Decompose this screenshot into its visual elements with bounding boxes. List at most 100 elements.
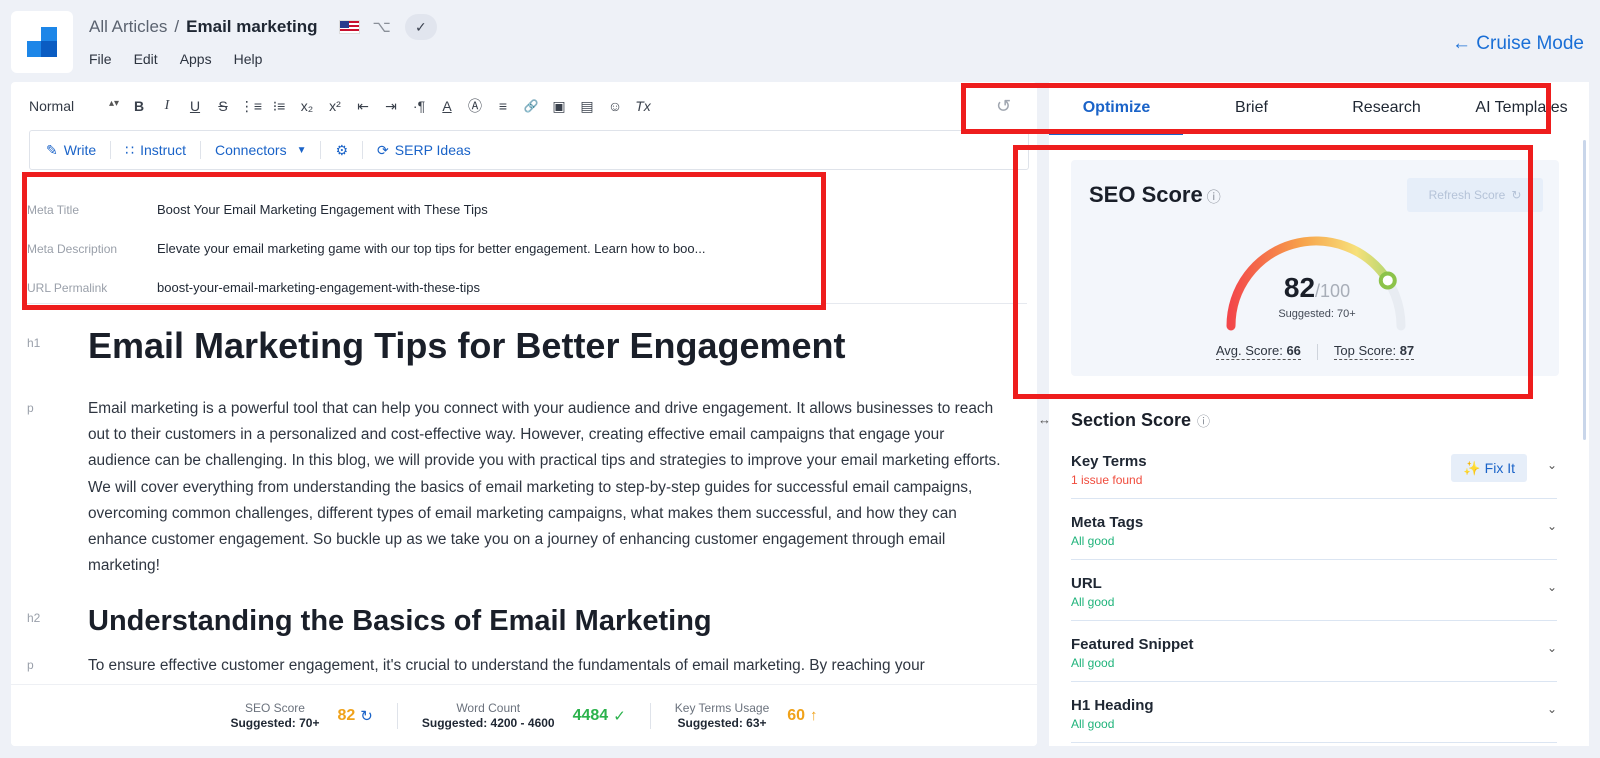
magic-wand-icon: ✨	[1463, 459, 1481, 476]
breadcrumb-separator: /	[174, 17, 180, 36]
refresh-icon[interactable]: ↻	[360, 707, 373, 725]
check-icon[interactable]: ✓	[404, 14, 437, 40]
italic-icon[interactable]: I	[153, 98, 181, 114]
us-flag-icon[interactable]	[339, 20, 361, 34]
section-item-key-terms[interactable]: Key Terms 1 issue found ✨ Fix It ⌄	[1071, 438, 1557, 499]
block-tag: h1	[27, 336, 41, 350]
info-icon[interactable]: ⓘ	[1197, 414, 1210, 429]
video-icon[interactable]: ▤	[573, 98, 601, 115]
connectors-dropdown[interactable]: Connectors ▼	[215, 142, 307, 158]
meta-description-row: Meta Description Elevate your email mark…	[27, 229, 705, 268]
bullet-list-icon[interactable]: ⁝≡	[265, 98, 293, 115]
paragraph-direction-icon[interactable]: ·¶	[405, 98, 433, 114]
superscript-icon[interactable]: x²	[321, 98, 349, 114]
settings-button[interactable]: ⚙	[335, 142, 348, 159]
chevron-down-icon[interactable]: ⌄	[1547, 519, 1557, 533]
ordered-list-icon[interactable]: ⋮≡	[237, 98, 265, 115]
h1-block[interactable]: h1 Email Marketing Tips for Better Engag…	[27, 322, 1007, 386]
subscript-icon[interactable]: x₂	[293, 98, 321, 114]
grid-icon: ∷	[125, 141, 135, 158]
stats-footer: SEO Score Suggested: 70+ 82 ↻ Word Count…	[11, 684, 1037, 746]
menu-help[interactable]: Help	[234, 51, 263, 67]
article-h1: Email Marketing Tips for Better Engageme…	[88, 325, 846, 366]
refresh-score-button[interactable]: Refresh Score ↻	[1407, 178, 1543, 212]
tab-ai-templates[interactable]: AI Templates	[1454, 99, 1589, 117]
editor-panel: Normal ▴▾ B I U S ⋮≡ ⁝≡ x₂ x² ⇤ ⇥ ·¶ A Ⓐ…	[11, 82, 1037, 746]
block-tag: p	[27, 658, 34, 673]
share-icon[interactable]: ⌥	[372, 17, 390, 37]
seo-score-value: 82/100	[1283, 272, 1351, 303]
h2-block[interactable]: h2 Understanding the Basics of Email Mar…	[27, 601, 1007, 641]
meta-description-label: Meta Description	[27, 241, 118, 256]
section-item-url[interactable]: URL All good ⌄	[1071, 560, 1557, 621]
write-button[interactable]: ✎ Write	[46, 142, 96, 159]
panel-tabs: Optimize Brief Research AI Templates	[1049, 82, 1589, 134]
image-icon[interactable]: ▣	[545, 98, 573, 115]
url-permalink-field[interactable]: boost-your-email-marketing-engagement-wi…	[157, 280, 480, 295]
document-body[interactable]: h1 Email Marketing Tips for Better Engag…	[27, 322, 1007, 680]
footer-key-terms: Key Terms Usage Suggested: 63+ 60 ↑	[674, 700, 818, 730]
underline-icon[interactable]: U	[181, 98, 209, 114]
menu-edit[interactable]: Edit	[134, 51, 158, 67]
section-item-featured-snippet[interactable]: Featured Snippet All good ⌄	[1071, 621, 1557, 682]
tab-brief[interactable]: Brief	[1184, 99, 1319, 117]
chevron-down-icon[interactable]: ⌄	[1547, 702, 1557, 716]
cruise-mode-button[interactable]: ← Cruise Mode	[1452, 33, 1584, 55]
footer-word-count-value: 4484	[572, 706, 609, 724]
chevron-down-icon[interactable]: ⌄	[1547, 580, 1557, 594]
fix-it-button[interactable]: ✨ Fix It	[1451, 454, 1527, 482]
outdent-icon[interactable]: ⇤	[349, 98, 377, 115]
format-toolbar: Normal ▴▾ B I U S ⋮≡ ⁝≡ x₂ x² ⇤ ⇥ ·¶ A Ⓐ…	[29, 96, 657, 116]
score-comparison: Avg. Score: 66 Top Score: 87	[1071, 343, 1559, 360]
seo-suggested: Suggested: 70+	[1278, 308, 1356, 320]
info-icon[interactable]: ⓘ	[1207, 189, 1221, 205]
app-logo[interactable]	[11, 11, 73, 73]
highlight-icon[interactable]: Ⓐ	[461, 96, 489, 116]
paragraph-style-select[interactable]: Normal ▴▾	[29, 98, 125, 114]
gear-icon: ⚙	[335, 141, 349, 158]
paragraph-block[interactable]: p To ensure effective customer engagemen…	[27, 653, 1007, 679]
paragraph-block[interactable]: p Email marketing is a powerful tool tha…	[27, 396, 1007, 579]
url-permalink-label: URL Permalink	[27, 280, 108, 295]
bold-icon[interactable]: B	[125, 98, 153, 114]
chevron-down-icon[interactable]: ⌄	[1547, 641, 1557, 655]
top-score[interactable]: Top Score: 87	[1333, 343, 1415, 360]
ai-assist-bar: ✎ Write ∷ Instruct Connectors ▼ ⚙ ⟳ SERP…	[29, 130, 1029, 170]
strikethrough-icon[interactable]: S	[209, 98, 237, 114]
text-color-icon[interactable]: A	[433, 98, 461, 114]
meta-description-field[interactable]: Elevate your email marketing game with o…	[157, 241, 705, 256]
meta-title-label: Meta Title	[27, 202, 80, 217]
serp-ideas-button[interactable]: ⟳ SERP Ideas	[377, 142, 471, 159]
footer-seo-score: SEO Score Suggested: 70+ 82 ↻	[230, 700, 373, 730]
menu-apps[interactable]: Apps	[180, 51, 212, 67]
block-tag: h2	[27, 611, 41, 626]
meta-title-field[interactable]: Boost Your Email Marketing Engagement wi…	[157, 202, 488, 217]
clear-format-icon[interactable]: Tx	[629, 98, 657, 114]
tab-optimize[interactable]: Optimize	[1049, 99, 1184, 117]
breadcrumb-current: Email marketing	[186, 17, 318, 36]
align-icon[interactable]: ≡	[489, 98, 517, 114]
arrow-up-icon: ↑	[810, 707, 818, 724]
history-icon[interactable]: ↺	[996, 96, 1011, 117]
indent-icon[interactable]: ⇥	[377, 98, 405, 115]
section-item-h1-heading[interactable]: H1 Heading All good ⌄	[1071, 682, 1557, 743]
menu-file[interactable]: File	[89, 51, 112, 67]
status-text: All good	[1071, 656, 1115, 670]
instruct-button[interactable]: ∷ Instruct	[125, 142, 186, 159]
avg-score[interactable]: Avg. Score: 66	[1215, 343, 1301, 360]
link-icon[interactable]: 🔗	[517, 99, 545, 113]
gauge-knob	[1378, 271, 1397, 290]
tab-research[interactable]: Research	[1319, 99, 1454, 117]
panel-scrollbar[interactable]	[1583, 140, 1586, 440]
menu-bar: File Edit Apps Help	[89, 51, 284, 67]
url-permalink-row: URL Permalink boost-your-email-marketing…	[27, 268, 705, 307]
breadcrumb-all-articles[interactable]: All Articles	[89, 17, 167, 37]
section-score-list: Key Terms 1 issue found ✨ Fix It ⌄ Meta …	[1071, 438, 1557, 743]
article-paragraph: To ensure effective customer engagement,…	[88, 657, 925, 675]
emoji-icon[interactable]: ☺	[601, 98, 629, 114]
refresh-icon: ↻	[1511, 188, 1522, 202]
article-paragraph: Email marketing is a powerful tool that …	[88, 400, 1001, 575]
chevron-down-icon[interactable]: ⌄	[1547, 458, 1557, 472]
section-item-meta-tags[interactable]: Meta Tags All good ⌄	[1071, 499, 1557, 560]
breadcrumb: All Articles / Email marketing ⌥ ✓	[89, 14, 437, 40]
